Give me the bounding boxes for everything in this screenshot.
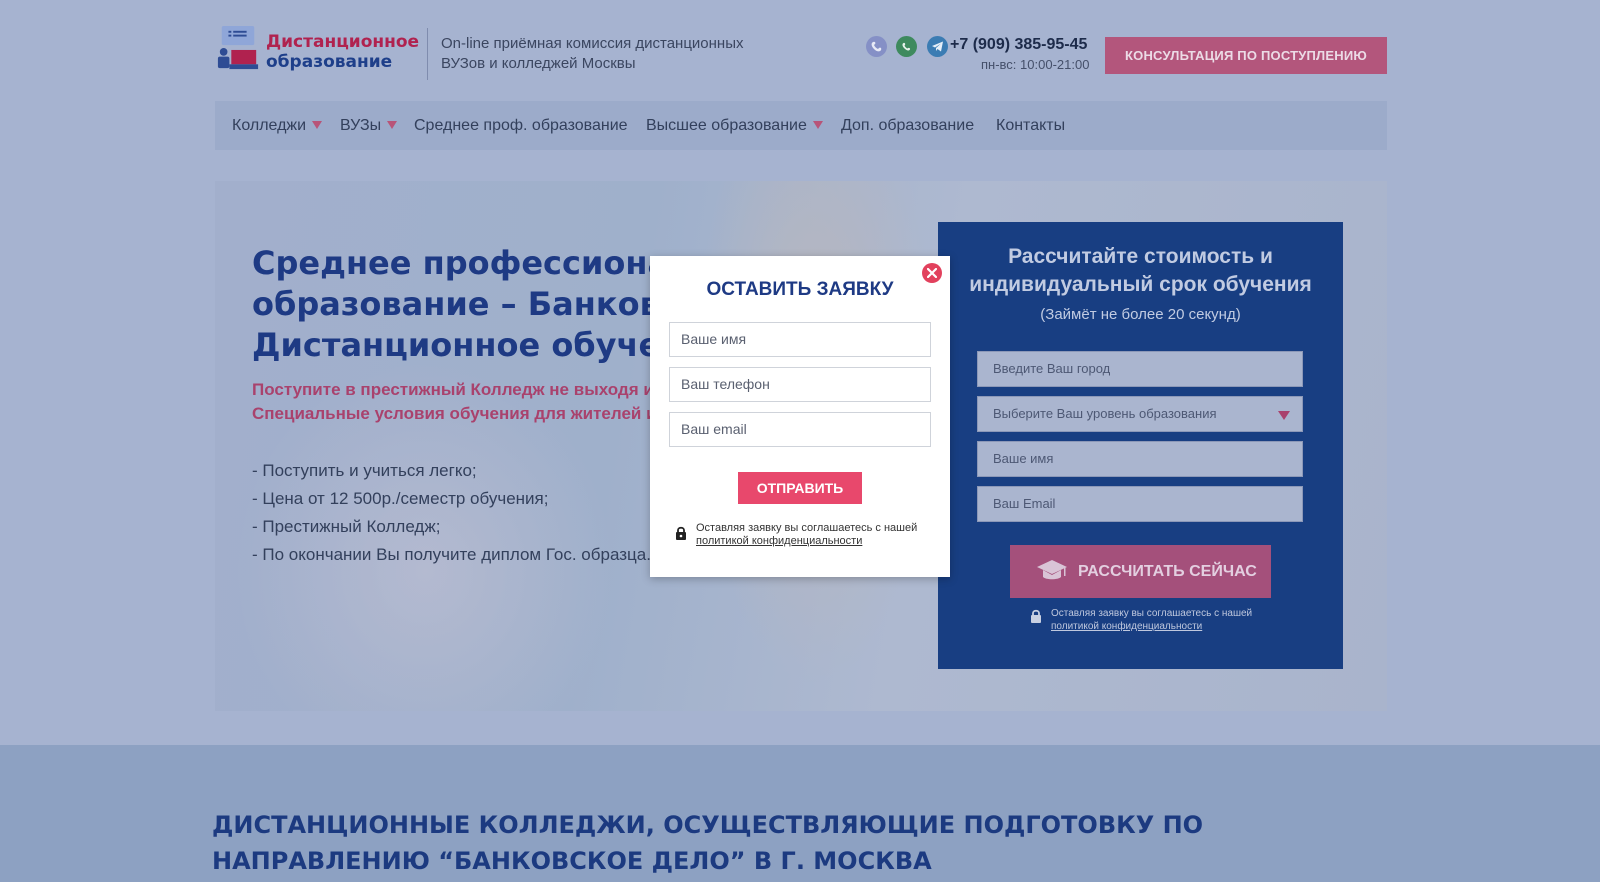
- nav-item-label: Высшее образование: [646, 117, 807, 134]
- nav-item-label: Доп. образование: [841, 117, 975, 134]
- name-placeholder: Ваше имя: [681, 331, 747, 347]
- logo-text-line2: образование: [266, 52, 393, 72]
- privacy-text: Оставляя заявку вы соглашаетесь с нашей: [1051, 608, 1253, 619]
- main-nav: Колледжи ВУЗы Среднее проф. образование …: [215, 101, 1387, 150]
- email-input[interactable]: Ваш Email: [977, 486, 1303, 522]
- nav-item-label: Среднее проф. образование: [414, 117, 628, 134]
- messenger-icons: [866, 36, 953, 58]
- city-input[interactable]: Введите Ваш город: [977, 351, 1303, 387]
- name-placeholder: Ваше имя: [993, 451, 1054, 466]
- phone-placeholder: Ваш телефон: [681, 376, 770, 392]
- application-modal: Оставить заявку Ваше имя Ваш телефон Ваш…: [650, 256, 950, 577]
- header-tagline: On-line приёмная комиссия дистанционных …: [441, 35, 744, 72]
- level-placeholder: Выберите Ваш уровень образования: [993, 406, 1217, 421]
- dropdown-arrow-icon: [1278, 411, 1290, 420]
- nav-item-additional-education[interactable]: Доп. образование: [841, 101, 974, 150]
- nav-item-universities[interactable]: ВУЗы: [340, 101, 398, 150]
- logo[interactable]: Дистанционное образование: [216, 24, 420, 74]
- logo-icon: [217, 26, 259, 70]
- nav-item-colleges[interactable]: Колледжи: [232, 101, 323, 150]
- section-title: Дистанционные колледжи, осуществляющие п…: [212, 811, 1204, 875]
- email-placeholder: Ваш email: [681, 421, 747, 437]
- close-icon: [927, 268, 937, 278]
- education-level-select[interactable]: Выберите Ваш уровень образования: [977, 396, 1303, 432]
- graduation-cap-icon: [1037, 560, 1067, 580]
- nav-item-label: Контакты: [996, 117, 1066, 134]
- calculator-note: (Займёт не более 20 секунд): [1040, 306, 1241, 323]
- caret-down-icon: [387, 121, 398, 129]
- modal-phone-input[interactable]: Ваш телефон: [669, 367, 931, 402]
- nav-item-label: ВУЗы: [340, 117, 382, 134]
- modal-title: Оставить заявку: [706, 279, 894, 300]
- whatsapp-icon[interactable]: [896, 36, 918, 57]
- lock-icon: [676, 526, 686, 540]
- privacy-policy-link[interactable]: политикой конфиденциальности: [1051, 621, 1202, 632]
- nav-item-secondary-education[interactable]: Среднее проф. образование: [414, 101, 628, 150]
- modal-name-input[interactable]: Ваше имя: [669, 322, 931, 357]
- cost-calculator-form: Рассчитайте стоимость и индивидуальный с…: [938, 222, 1343, 669]
- city-placeholder: Введите Ваш город: [993, 361, 1111, 376]
- lock-icon: [1031, 609, 1041, 623]
- email-placeholder: Ваш Email: [993, 496, 1056, 511]
- submit-button[interactable]: Отправить: [738, 472, 862, 504]
- header-divider: [427, 28, 428, 80]
- caret-down-icon: [812, 121, 823, 129]
- name-input[interactable]: Ваше имя: [977, 441, 1303, 477]
- phone-number[interactable]: +7 (909) 385-95-45: [950, 36, 1087, 54]
- privacy-text: Оставляя заявку вы соглашаетесь с нашей: [696, 522, 918, 534]
- calculator-title: Рассчитайте стоимость и индивидуальный с…: [969, 245, 1312, 296]
- calculate-button[interactable]: Рассчитать сейчас: [1010, 545, 1271, 598]
- site-header: Дистанционное образование On-line приёмн…: [0, 0, 1600, 100]
- modal-email-input[interactable]: Ваш email: [669, 412, 931, 447]
- colleges-section: Дистанционные колледжи, осуществляющие п…: [0, 745, 1600, 882]
- viber-icon[interactable]: [866, 36, 887, 57]
- nav-item-contacts[interactable]: Контакты: [996, 101, 1065, 150]
- logo-text-line1: Дистанционное: [266, 32, 420, 52]
- working-hours: пн-вс: 10:00-21:00: [981, 57, 1090, 72]
- nav-item-label: Колледжи: [232, 117, 307, 134]
- nav-item-higher-education[interactable]: Высшее образование: [646, 101, 823, 150]
- caret-down-icon: [312, 121, 323, 129]
- telegram-icon[interactable]: [926, 36, 948, 57]
- calculate-button-label: Рассчитать сейчас: [1078, 563, 1257, 580]
- consultation-button[interactable]: Консультация по поступлению: [1105, 37, 1387, 74]
- privacy-policy-link[interactable]: политикой конфиденциальности: [696, 535, 862, 547]
